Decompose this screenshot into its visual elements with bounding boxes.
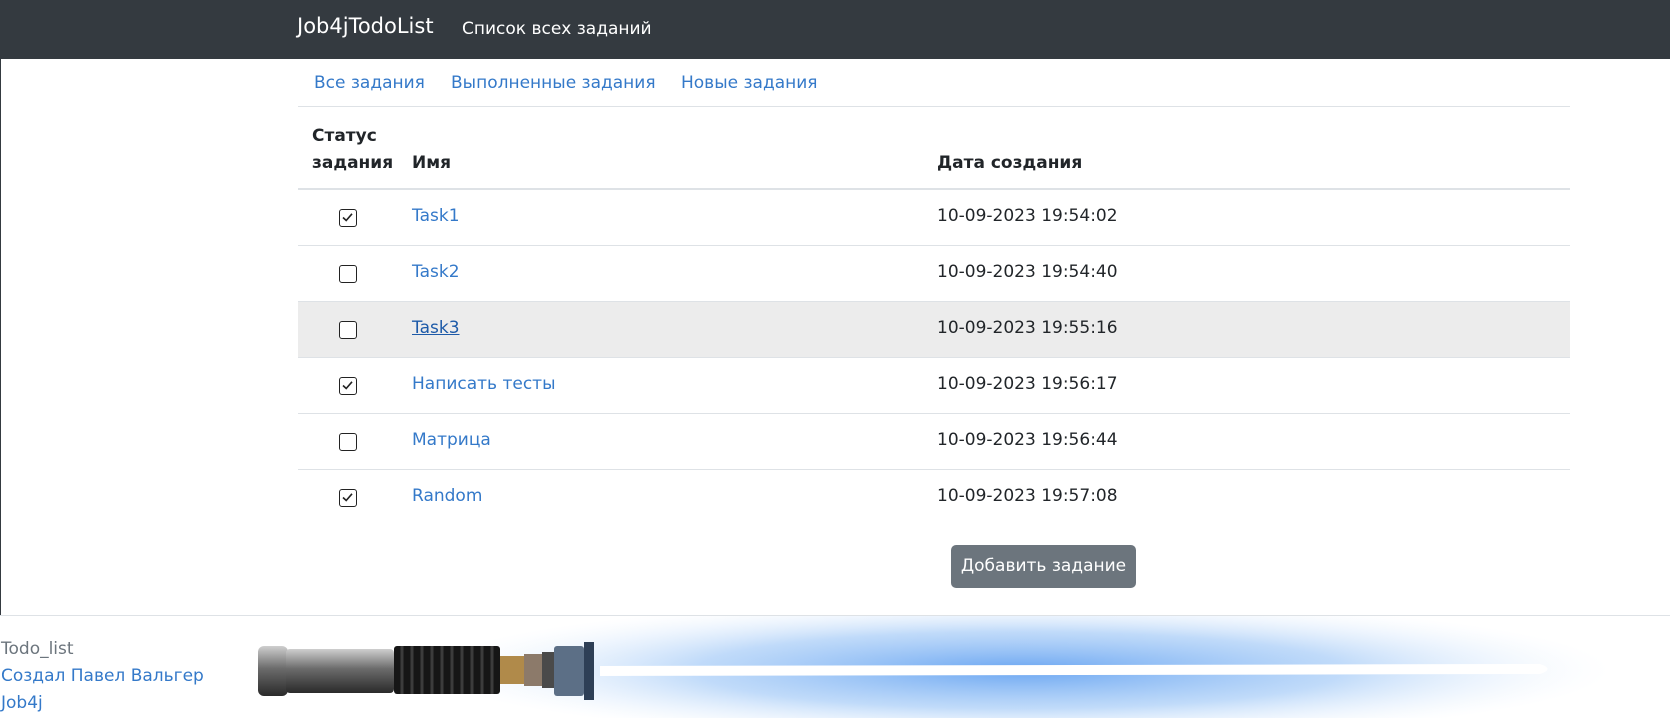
tab-done-tasks[interactable]: Выполненные задания — [451, 73, 656, 93]
tab-new-tasks[interactable]: Новые задания — [681, 73, 818, 93]
table-row: Написать тесты 10-09-2023 19:56:17 — [298, 358, 1570, 414]
status-checkbox[interactable] — [339, 489, 357, 507]
table-row: Task1 10-09-2023 19:54:02 — [298, 190, 1570, 246]
created-date: 10-09-2023 19:54:40 — [937, 262, 1118, 282]
table-row: Random 10-09-2023 19:57:08 — [298, 470, 1570, 526]
footer-author-link[interactable]: Создал Павел Вальгер — [1, 666, 204, 686]
task-link[interactable]: Task3 — [412, 318, 460, 338]
lightsaber-image — [258, 616, 1610, 718]
tab-all-tasks[interactable]: Все задания — [314, 73, 425, 93]
task-link[interactable]: Матрица — [412, 430, 491, 450]
footer-app-title: Todo_list — [1, 639, 74, 659]
task-link[interactable]: Random — [412, 486, 482, 506]
filter-tabs: Все задания Выполненные задания Новые за… — [298, 59, 1570, 107]
created-date: 10-09-2023 19:57:08 — [937, 486, 1118, 506]
footer-job4j-link[interactable]: Job4j — [1, 693, 43, 713]
navbar: Job4jTodoList Список всех заданий — [0, 0, 1670, 59]
created-date: 10-09-2023 19:54:02 — [937, 206, 1118, 226]
footer: Todo_list Создал Павел Вальгер Job4j — [0, 615, 1670, 718]
left-border — [0, 59, 1, 615]
table-row: Матрица 10-09-2023 19:56:44 — [298, 414, 1570, 470]
header-date: Дата создания — [937, 153, 1083, 173]
add-task-button[interactable]: Добавить задание — [951, 545, 1136, 588]
status-checkbox[interactable] — [339, 377, 357, 395]
header-name: Имя — [412, 153, 452, 173]
checkmark-icon — [342, 493, 353, 502]
table-row: Task3 10-09-2023 19:55:16 — [298, 302, 1570, 358]
table-row: Task2 10-09-2023 19:54:40 — [298, 246, 1570, 302]
tasks-table: Статус задания Имя Дата создания Task1 1… — [298, 107, 1570, 526]
created-date: 10-09-2023 19:56:44 — [937, 430, 1118, 450]
created-date: 10-09-2023 19:56:17 — [937, 374, 1118, 394]
created-date: 10-09-2023 19:55:16 — [937, 318, 1118, 338]
task-link[interactable]: Task1 — [412, 206, 460, 226]
status-checkbox[interactable] — [339, 433, 357, 451]
nav-all-tasks-link[interactable]: Список всех заданий — [462, 19, 652, 39]
brand-link[interactable]: Job4jTodoList — [297, 14, 434, 38]
table-header: Статус задания Имя Дата создания — [298, 107, 1570, 190]
task-link[interactable]: Написать тесты — [412, 374, 556, 394]
checkmark-icon — [342, 381, 353, 390]
status-checkbox[interactable] — [339, 265, 357, 283]
status-checkbox[interactable] — [339, 209, 357, 227]
checkmark-icon — [342, 213, 353, 222]
header-status: Статус задания — [312, 126, 394, 173]
task-link[interactable]: Task2 — [412, 262, 460, 282]
status-checkbox[interactable] — [339, 321, 357, 339]
